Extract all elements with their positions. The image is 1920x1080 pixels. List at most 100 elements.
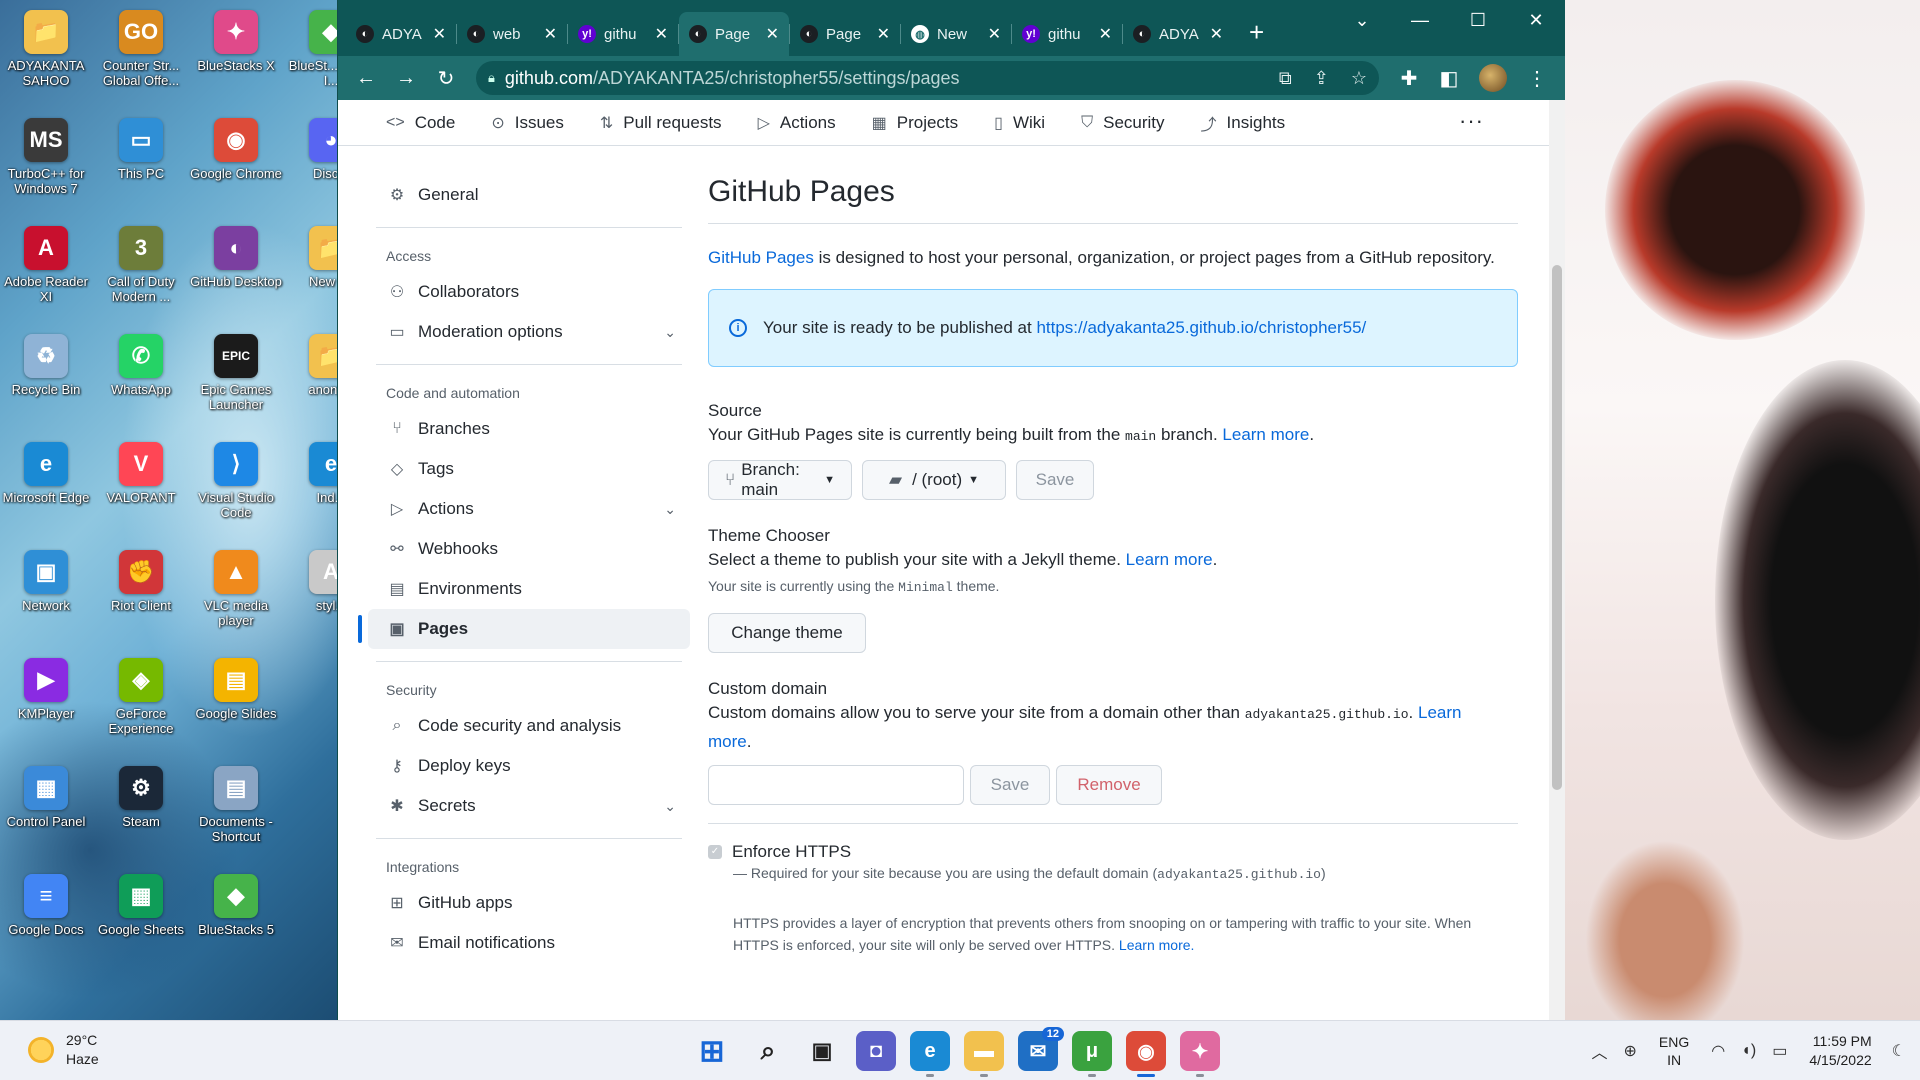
repo-tab-security[interactable]: ⛉ Security xyxy=(1081,113,1164,133)
weather-widget[interactable]: 29°C Haze xyxy=(28,1031,99,1069)
translate-icon[interactable]: ⧉ xyxy=(1279,68,1292,89)
browser-tab[interactable]: ◐ Page ✕ xyxy=(679,12,789,56)
tab-close-icon[interactable]: ✕ xyxy=(766,24,779,44)
desktop-icon[interactable]: ◈ GeForce Experience xyxy=(95,654,187,758)
reload-icon[interactable]: ↻ xyxy=(426,60,466,96)
sidebar-item-secrets[interactable]: ✱ Secrets ⌄ xyxy=(368,786,690,826)
chat-icon[interactable]: ◘ xyxy=(856,1031,896,1071)
desktop-icon[interactable]: 📁 ADYAKANTA SAHOO xyxy=(0,6,92,110)
desktop-icon[interactable]: ▤ Google Slides xyxy=(190,654,282,758)
new-tab-icon[interactable]: + xyxy=(1249,17,1264,48)
url-text[interactable]: github.com/ADYAKANTA25/christopher55/set… xyxy=(505,68,960,89)
side-panel-icon[interactable]: ◧ xyxy=(1429,60,1469,96)
custom-domain-input[interactable] xyxy=(708,765,964,805)
tab-close-icon[interactable]: ✕ xyxy=(988,24,1001,44)
repo-tab-projects[interactable]: ▦ Projects xyxy=(872,113,959,133)
change-theme-button[interactable]: Change theme xyxy=(708,613,866,653)
desktop-icon[interactable]: ⟩ Visual Studio Code xyxy=(190,438,282,542)
desktop-icon[interactable]: ◐ GitHub Desktop xyxy=(190,222,282,326)
desktop-icon[interactable]: ▤ Documents - Shortcut xyxy=(190,762,282,866)
learn-more-link[interactable]: Learn more xyxy=(1222,425,1309,444)
desktop-icon[interactable]: ▦ Google Sheets xyxy=(95,870,187,974)
desktop-icon[interactable]: ≡ Google Docs xyxy=(0,870,92,974)
sidebar-item-general[interactable]: ⚙ General xyxy=(368,175,690,215)
desktop-icon[interactable]: ▲ VLC media player xyxy=(190,546,282,650)
sidebar-item-actions[interactable]: ▷ Actions ⌄ xyxy=(368,489,690,529)
desktop-icon[interactable]: ✆ WhatsApp xyxy=(95,330,187,434)
repo-tab-actions[interactable]: ▷ Actions xyxy=(758,113,836,133)
profile-avatar[interactable] xyxy=(1479,64,1507,92)
browser-tab[interactable]: ◐ web ✕ xyxy=(457,12,567,56)
desktop-icon[interactable]: V VALORANT xyxy=(95,438,187,542)
scrollbar-thumb[interactable] xyxy=(1552,265,1562,790)
tab-close-icon[interactable]: ✕ xyxy=(433,24,446,44)
page-scrollbar[interactable] xyxy=(1549,100,1565,1020)
desktop-icon[interactable]: EPIC Epic Games Launcher xyxy=(190,330,282,434)
browser-tab[interactable]: y! githu ✕ xyxy=(568,12,678,56)
sidebar-item-github-apps[interactable]: ⊞ GitHub apps xyxy=(368,883,690,923)
desktop-icon[interactable]: ▶ KMPlayer xyxy=(0,654,92,758)
sidebar-item-collaborators[interactable]: ⚇ Collaborators xyxy=(368,272,690,312)
desktop-icon[interactable]: MS TurboC++ for Windows 7 xyxy=(0,114,92,218)
browser-tab[interactable]: ◐ ADYA ✕ xyxy=(1123,12,1233,56)
browser-tab[interactable]: ◍ New ✕ xyxy=(901,12,1011,56)
sidebar-item-webhooks[interactable]: ⚯ Webhooks xyxy=(368,529,690,569)
sidebar-item-deploy-keys[interactable]: ⚷ Deploy keys xyxy=(368,746,690,786)
utorrent-icon[interactable]: μ xyxy=(1072,1031,1112,1077)
address-bar[interactable]: 🔒︎ github.com/ADYAKANTA25/christopher55/… xyxy=(476,61,1379,95)
sidebar-item-environments[interactable]: ▤ Environments xyxy=(368,569,690,609)
learn-more-link[interactable]: more xyxy=(708,732,747,751)
desktop-icon[interactable]: ◉ Google Chrome xyxy=(190,114,282,218)
minimize-icon[interactable]: — xyxy=(1391,0,1449,40)
back-icon[interactable]: ← xyxy=(346,60,386,96)
network-globe-icon[interactable]: ⊕ xyxy=(1624,1041,1637,1061)
desktop-icon[interactable]: ✊ Riot Client xyxy=(95,546,187,650)
desktop-icon[interactable]: A Adobe Reader XI xyxy=(0,222,92,326)
maximize-icon[interactable]: ☐ xyxy=(1449,0,1507,40)
mail-icon[interactable]: ✉ 12 xyxy=(1018,1027,1064,1071)
browser-menu-icon[interactable]: ⋮ xyxy=(1517,60,1557,96)
sidebar-item-tags[interactable]: ◇ Tags xyxy=(368,449,690,489)
desktop-icon[interactable]: ◆ BlueSt... Multi-I... xyxy=(285,6,337,110)
sidebar-item-email-notifications[interactable]: ✉ Email notifications xyxy=(368,923,690,963)
share-icon[interactable]: ⇪ xyxy=(1314,68,1329,89)
github-pages-link[interactable]: GitHub Pages xyxy=(708,248,814,267)
desktop-icon[interactable]: ⚙ Steam xyxy=(95,762,187,866)
task-view-icon[interactable]: ▣ xyxy=(802,1031,842,1071)
clock[interactable]: 11:59 PM 4/15/2022 xyxy=(1809,1032,1871,1070)
desktop-icon[interactable]: e Microsoft Edge xyxy=(0,438,92,542)
learn-more-link[interactable]: Learn xyxy=(1418,703,1461,722)
bookmark-star-icon[interactable]: ☆ xyxy=(1351,68,1367,89)
domain-save-button[interactable]: Save xyxy=(970,765,1050,805)
desktop-icon[interactable]: ▭ This PC xyxy=(95,114,187,218)
chrome-icon[interactable]: ◉ xyxy=(1126,1031,1166,1077)
repo-tab-issues[interactable]: ⊙ Issues xyxy=(491,113,564,133)
close-window-icon[interactable]: ✕ xyxy=(1507,0,1565,40)
file-explorer-icon[interactable]: ▬ xyxy=(964,1031,1004,1077)
more-icon[interactable]: ··· xyxy=(1459,108,1484,134)
desktop-icon[interactable]: 📁 anony... xyxy=(285,330,337,434)
source-save-button[interactable]: Save xyxy=(1016,460,1094,500)
repo-tab-pull-requests[interactable]: ⇅ Pull requests xyxy=(600,113,722,133)
sidebar-item-branches[interactable]: ⑂ Branches xyxy=(368,409,690,449)
sidebar-item-moderation[interactable]: ▭ Moderation options ⌄ xyxy=(368,312,690,352)
repo-tab-wiki[interactable]: ▯ Wiki xyxy=(994,113,1045,133)
browser-tab[interactable]: ◐ Page ✕ xyxy=(790,12,900,56)
sidebar-item-code-security[interactable]: ⌕ Code security and analysis xyxy=(368,706,690,746)
volume-icon[interactable]: ◖) xyxy=(1741,1042,1756,1060)
browser-tab[interactable]: y! githu ✕ xyxy=(1012,12,1122,56)
desktop-icon[interactable]: ▦ Control Panel xyxy=(0,762,92,866)
desktop-icon[interactable]: 3 Call of Duty Modern ... xyxy=(95,222,187,326)
learn-more-link[interactable]: Learn more xyxy=(1126,550,1213,569)
edge-icon[interactable]: e xyxy=(910,1031,950,1077)
desktop-icon[interactable]: ▣ Network xyxy=(0,546,92,650)
repo-tab-code[interactable]: <> Code xyxy=(386,113,455,133)
tab-close-icon[interactable]: ✕ xyxy=(877,24,890,44)
sidebar-item-pages[interactable]: ▣ Pages xyxy=(358,609,690,649)
notifications-icon[interactable]: ☾ xyxy=(1892,1041,1906,1061)
domain-remove-button[interactable]: Remove xyxy=(1056,765,1162,805)
folder-select-button[interactable]: ▰ / (root) ▼ xyxy=(862,460,1006,500)
desktop-icon[interactable]: ✦ BlueStacks X xyxy=(190,6,282,110)
desktop-icon[interactable]: ◕ Disc... xyxy=(285,114,337,218)
tab-close-icon[interactable]: ✕ xyxy=(655,24,668,44)
